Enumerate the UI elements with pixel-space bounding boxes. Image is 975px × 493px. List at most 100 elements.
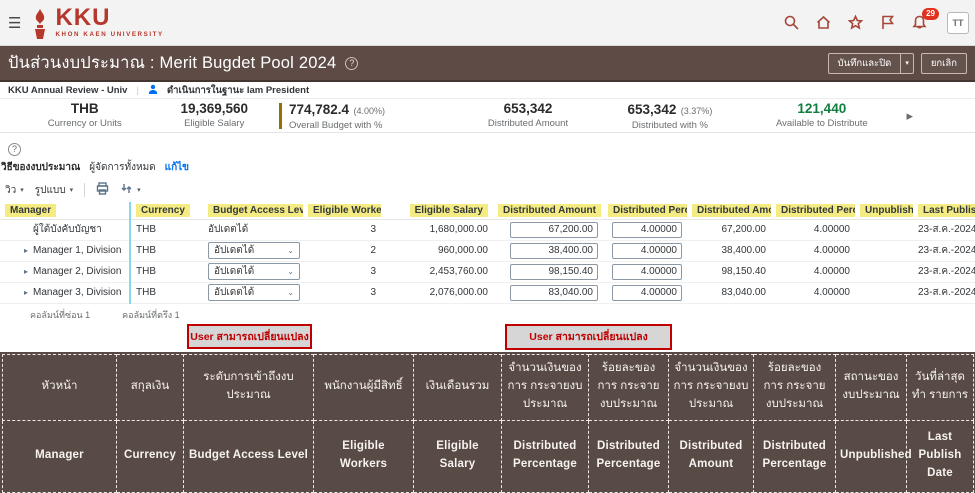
- menu-icon[interactable]: ☰: [6, 14, 29, 32]
- col-header-unpublished[interactable]: Unpublished: [855, 202, 913, 219]
- format-dropdown[interactable]: รูปแบบ ▾: [35, 183, 73, 198]
- metric-currency-label: Currency or Units: [20, 118, 149, 130]
- budget-accent-bar: [279, 103, 282, 129]
- mapping-cell: ระดับการเข้าถึงงบประมาณ: [184, 354, 314, 420]
- access-level-value: อัปเดตได้: [214, 285, 254, 300]
- mapping-cell: สถานะของ งบประมาณ: [836, 354, 907, 420]
- access-level-select[interactable]: อัปเดตได้⌄: [208, 284, 300, 301]
- mapping-cell: จำนวนเงินของการ กระจายงบประมาณ: [669, 354, 754, 420]
- table-row: ▸Manager 3, Division THB อัปเดตได้⌄ 3 2,…: [0, 282, 975, 303]
- mapping-cell: วันที่ล่าสุดทำ รายการ: [907, 354, 974, 420]
- currency-cell: THB: [130, 261, 203, 282]
- print-icon[interactable]: [96, 182, 109, 198]
- dist-pct-cell: 4.00000: [771, 282, 855, 303]
- manager-cell[interactable]: ▸ Manager 3, Division: [0, 282, 130, 303]
- col-header-dist-amount-edit-label: Distributed Amount: [498, 204, 601, 217]
- col-header-currency[interactable]: Currency: [130, 202, 203, 219]
- col-header-access-level-label: Budget Access Level: [208, 204, 303, 217]
- col-header-manager[interactable]: Manager: [0, 202, 130, 219]
- dist-amount-cell: 83,040.00: [687, 282, 771, 303]
- col-header-manager-label: Manager: [5, 204, 56, 217]
- col-header-last-publish-label: Last Publish Date: [918, 204, 975, 217]
- col-header-dist-pct[interactable]: Distributed Percentage: [771, 202, 855, 219]
- expand-row-icon[interactable]: ▸: [24, 246, 28, 255]
- col-header-dist-pct-label: Distributed Percentage: [776, 204, 855, 217]
- eligible-salary-cell: 1,680,000.00: [381, 219, 493, 240]
- access-level-select[interactable]: อัปเดตได้⌄: [208, 242, 300, 259]
- currency-cell: THB: [130, 282, 203, 303]
- title-help-icon[interactable]: ?: [345, 57, 358, 70]
- mapping-cell: ร้อยละของการ กระจายงบประมาณ: [754, 354, 836, 420]
- grid-footer: คอลัมน์ที่ซ่อน 1 คอลัมน์ที่ตรึง 1: [0, 304, 975, 322]
- flag-icon[interactable]: [879, 14, 896, 31]
- save-options-chevron-icon[interactable]: ▾: [900, 53, 914, 74]
- dist-amount-input[interactable]: [510, 264, 598, 280]
- save-and-close-button[interactable]: บันทึกและปิด: [828, 53, 901, 74]
- col-header-eligible-salary[interactable]: Eligible Salary: [381, 202, 493, 219]
- dist-pct-input[interactable]: [612, 243, 682, 259]
- kku-logo: KKU KHON KAEN UNIVERSITY: [29, 6, 163, 38]
- mapping-cell: Unpublished: [836, 420, 907, 492]
- unpublished-cell: [855, 219, 913, 240]
- metrics-scroll-right-icon[interactable]: ▸: [906, 108, 913, 124]
- metric-overall-budget-pct: (4.00%): [353, 106, 385, 116]
- col-header-dist-amount-edit[interactable]: Distributed Amount: [493, 202, 603, 219]
- eligible-workers-cell: 3: [303, 219, 381, 240]
- grid-header-row: Manager Currency Budget Access Level Eli…: [0, 202, 975, 219]
- section-help-icon[interactable]: ?: [8, 143, 21, 156]
- access-level-value: อัปเดตได้: [214, 264, 254, 279]
- unpublished-cell: [855, 261, 913, 282]
- metric-distributed-pct: 653,342 (3.37%) Distributed with %: [603, 100, 737, 132]
- eligible-salary-cell: 2,076,000.00: [381, 282, 493, 303]
- mapping-cell: Eligible Salary: [414, 420, 502, 492]
- metric-distributed-amount-label: Distributed Amount: [453, 118, 602, 130]
- user-avatar[interactable]: TT: [947, 12, 969, 34]
- favorites-star-icon[interactable]: [847, 14, 864, 31]
- manager-name: Manager 1, Division: [33, 245, 121, 256]
- manager-name: Manager 3, Division: [33, 287, 121, 298]
- edit-link[interactable]: แก้ไข: [165, 160, 189, 175]
- metric-distributed-pct-value: 653,342: [628, 102, 677, 117]
- last-publish-cell: 23-ส.ค.-2024: [913, 282, 975, 303]
- export-dropdown[interactable]: ▾: [120, 182, 141, 198]
- col-header-access-level[interactable]: Budget Access Level: [203, 202, 303, 219]
- annotation-user-can-change-left: User สามารถเปลี่ยนแปลง: [187, 324, 312, 349]
- unpublished-cell: [855, 240, 913, 261]
- page-title: ปันส่วนงบประมาณ : Merit Bugdet Pool 2024: [8, 50, 336, 76]
- dist-pct-input[interactable]: [612, 222, 682, 238]
- col-header-dist-pct-edit[interactable]: Distributed Percentage: [603, 202, 687, 219]
- access-level-select[interactable]: อัปเดตได้⌄: [208, 263, 300, 280]
- mapping-cell: เงินเดือนรวม: [414, 354, 502, 420]
- cancel-button[interactable]: ยกเลิก: [921, 53, 967, 74]
- manager-cell: ผู้ใต้บังคับบัญชา: [0, 219, 130, 240]
- expand-row-icon[interactable]: ▸: [24, 267, 28, 276]
- dist-pct-input[interactable]: [612, 285, 682, 301]
- dist-amount-cell: 67,200.00: [687, 219, 771, 240]
- mapping-cell: ร้อยละของการ กระจายงบประมาณ: [589, 354, 669, 420]
- frozen-columns-info[interactable]: คอลัมน์ที่ตรึง 1: [122, 308, 180, 322]
- notifications-bell-icon[interactable]: 29: [911, 14, 928, 31]
- metric-distributed-pct-pct: (3.37%): [681, 106, 713, 116]
- manager-cell[interactable]: ▸Manager 2, Division: [0, 261, 130, 282]
- hidden-columns-info[interactable]: คอลัมน์ที่ซ่อน 1: [30, 308, 90, 322]
- col-header-eligible-workers[interactable]: Eligible Workers: [303, 202, 381, 219]
- dist-amount-input[interactable]: [510, 222, 598, 238]
- view-dropdown[interactable]: วิว ▾: [5, 183, 24, 198]
- expand-row-icon[interactable]: ▸: [24, 288, 28, 297]
- dist-amount-input[interactable]: [510, 285, 598, 301]
- chevron-down-icon: ⌄: [287, 246, 294, 255]
- search-icon[interactable]: [783, 14, 800, 31]
- table-row: ▸Manager 2, Division THB อัปเดตได้⌄ 3 2,…: [0, 261, 975, 282]
- last-publish-cell: 23-ส.ค.-2024: [913, 261, 975, 282]
- export-icon: [120, 182, 133, 198]
- dist-pct-cell: 4.00000: [771, 240, 855, 261]
- col-header-dist-amount[interactable]: Distributed Amount: [687, 202, 771, 219]
- manager-cell[interactable]: ▸ Manager 1, Division: [0, 240, 130, 261]
- home-icon[interactable]: [815, 14, 832, 31]
- metric-eligible-salary-label: Eligible Salary: [149, 118, 278, 130]
- dist-amount-input[interactable]: [510, 243, 598, 259]
- dist-pct-input[interactable]: [612, 264, 682, 280]
- col-header-last-publish[interactable]: Last Publish Date: [913, 202, 975, 219]
- last-publish-cell: 23-ส.ค.-2024: [913, 240, 975, 261]
- mapping-cell: Distributed Percentage: [589, 420, 669, 492]
